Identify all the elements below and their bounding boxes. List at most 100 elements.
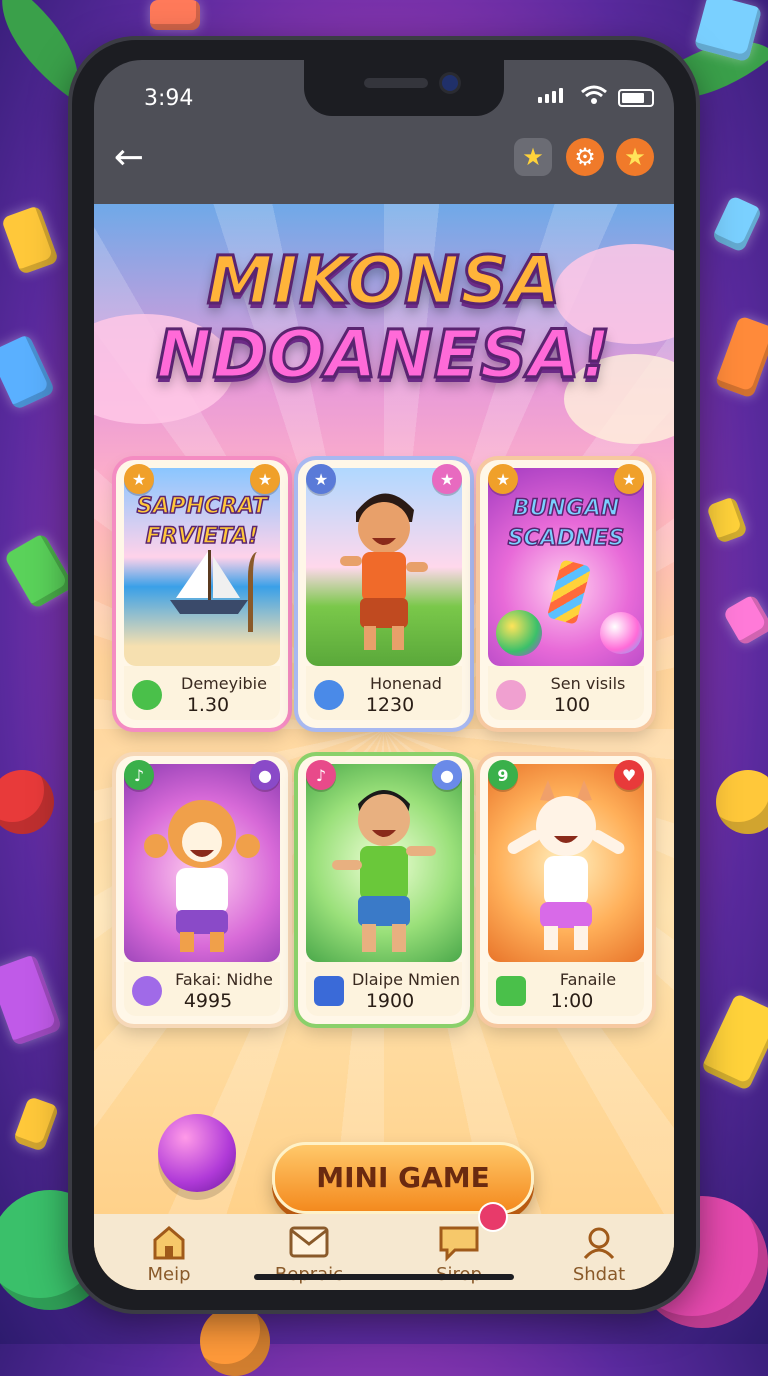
star-icon[interactable]: ★ <box>514 138 552 176</box>
home-icon <box>153 1226 185 1260</box>
wifi-icon <box>581 85 607 104</box>
card-art-boy <box>306 468 462 666</box>
battery-icon <box>618 89 654 107</box>
card-pink-badge-icon: ♪ <box>306 760 336 790</box>
camera-icon <box>442 75 458 91</box>
candy-decoration <box>0 953 63 1047</box>
home-indicator[interactable] <box>254 1274 514 1280</box>
card-info: Fanaile 1:00 <box>488 962 644 1016</box>
candy-decoration <box>711 195 763 253</box>
game-card[interactable]: 9 ♥ Fanaile 1:00 <box>480 756 652 1024</box>
candy-decoration <box>3 532 75 610</box>
card-value: 4995 <box>183 990 233 1012</box>
card-heart-badge-icon: ♥ <box>614 760 644 790</box>
card-star-badge-icon: ★ <box>614 464 644 494</box>
card-name: Fanaile <box>559 970 617 989</box>
game-logo: MIKONSA NDOANESA! <box>134 242 634 393</box>
game-area: MIKONSA NDOANESA! SAPНCRAT FRVIETA! ★ ★ <box>94 204 674 1214</box>
mail-icon <box>289 1226 329 1258</box>
card-value: 1:00 <box>550 990 594 1012</box>
candy-ball-icon <box>600 612 642 654</box>
sailboat-icon <box>170 550 248 614</box>
green-balloon-icon <box>132 680 162 710</box>
game-card[interactable]: ♪ ● Dlaipe Nmien 1900 <box>298 756 470 1024</box>
card-art-kid <box>306 764 462 962</box>
palm-tree-icon <box>248 552 279 632</box>
game-card[interactable]: SAPНCRAT FRVIETA! ★ ★ Demeyibie 1.30 <box>116 460 288 728</box>
candy-ball-icon <box>496 610 542 656</box>
card-value: 1.30 <box>186 694 230 716</box>
card-name: Sen visils <box>550 674 626 693</box>
card-name: Fakai: Nidhe <box>175 970 273 989</box>
card-name: Honenad <box>370 674 442 693</box>
candy-decoration <box>722 593 768 647</box>
chat-icon <box>439 1226 479 1262</box>
star-badge-icon[interactable]: ★ <box>616 138 654 176</box>
star-shield-icon <box>314 680 344 710</box>
card-info: Demeyibie 1.30 <box>124 666 280 720</box>
candy-ball-icon <box>158 1114 236 1192</box>
candy-decoration <box>12 1095 60 1153</box>
nav-item-home[interactable]: Meip <box>114 1220 224 1286</box>
boy-character-icon <box>340 493 428 650</box>
gem-badge-icon <box>132 976 162 1006</box>
card-blue-badge-icon: ★ <box>306 464 336 494</box>
card-art-hamster <box>124 764 280 962</box>
card-star-badge-icon: ★ <box>488 464 518 494</box>
candy-ball-decoration <box>200 1306 270 1376</box>
card-art-cat <box>488 764 644 962</box>
candy-decoration <box>706 496 748 544</box>
card-name: Demeyibie <box>181 674 267 693</box>
card-value: 100 <box>553 694 591 716</box>
card-value: 1230 <box>365 694 415 716</box>
logo-line-2: NDOANESA! <box>155 316 612 393</box>
card-number-badge-icon: 9 <box>488 760 518 790</box>
card-info: Honenad 1230 <box>306 666 462 720</box>
card-star-badge-icon: ★ <box>124 464 154 494</box>
phone-frame: 3:94 ← ★ ⚙ ★ MIKONSA NDOANESA! SAPНCRAT … <box>72 40 696 1310</box>
hamster-character-icon <box>144 800 260 952</box>
heart-candy-icon <box>496 680 526 710</box>
status-time: 3:94 <box>144 86 194 111</box>
rainbow-candy-icon <box>546 559 592 625</box>
candy-decoration <box>150 0 200 30</box>
game-card[interactable]: BUNGAN SCADNES ★ ★ Sen visils 100 <box>480 460 652 728</box>
card-info: Dlaipe Nmien 1900 <box>306 962 462 1016</box>
cat-character-icon <box>507 780 625 950</box>
card-info: Sen visils 100 <box>488 666 644 720</box>
card-info: Fakai: Nidhe 4995 <box>124 962 280 1016</box>
logo-line-1: MIKONSA <box>205 242 562 319</box>
game-card[interactable]: ♪ ● Fakai: Nidhe 4995 <box>116 756 288 1024</box>
card-star-badge-icon: ★ <box>250 464 280 494</box>
card-value: 1900 <box>365 990 415 1012</box>
candy-decoration <box>0 204 60 276</box>
phone-screen: 3:94 ← ★ ⚙ ★ MIKONSA NDOANESA! SAPНCRAT … <box>94 60 674 1290</box>
speaker-grille <box>364 78 428 88</box>
card-candy-badge-icon: ● <box>432 760 462 790</box>
nav-label: Shdat <box>572 1264 626 1285</box>
card-art-candy-burst: BUNGAN SCADNES <box>488 468 644 666</box>
notification-dot <box>480 1204 506 1230</box>
candy-decoration <box>700 992 768 1092</box>
signal-icon <box>538 88 563 103</box>
top-bar: ← ★ ⚙ ★ <box>94 136 674 204</box>
phone-notch <box>304 60 504 116</box>
candy-decoration <box>0 333 56 411</box>
candy-ball-decoration <box>0 770 54 834</box>
game-card[interactable]: ★ ★ Honenad 1230 <box>298 460 470 728</box>
candy-ball-decoration <box>716 770 768 834</box>
green-candy-icon <box>496 976 526 1006</box>
card-art-title: SAPНCRAT FRVIETA! <box>136 493 268 550</box>
card-candy-badge-icon: ● <box>250 760 280 790</box>
candy-decoration <box>714 315 768 399</box>
card-art-sailboat: SAPНCRAT FRVIETA! <box>124 468 280 666</box>
back-arrow-icon[interactable]: ← <box>104 136 154 186</box>
settings-gear-icon[interactable]: ⚙ <box>566 138 604 176</box>
nav-label: Meip <box>147 1264 191 1285</box>
nav-item-profile[interactable]: Shdat <box>544 1220 654 1286</box>
card-star-badge-icon: ★ <box>432 464 462 494</box>
blue-gem-icon <box>314 976 344 1006</box>
kid-character-icon <box>332 790 436 952</box>
card-art-title: BUNGAN SCADNES <box>507 495 625 552</box>
card-name: Dlaipe Nmien <box>351 970 461 989</box>
